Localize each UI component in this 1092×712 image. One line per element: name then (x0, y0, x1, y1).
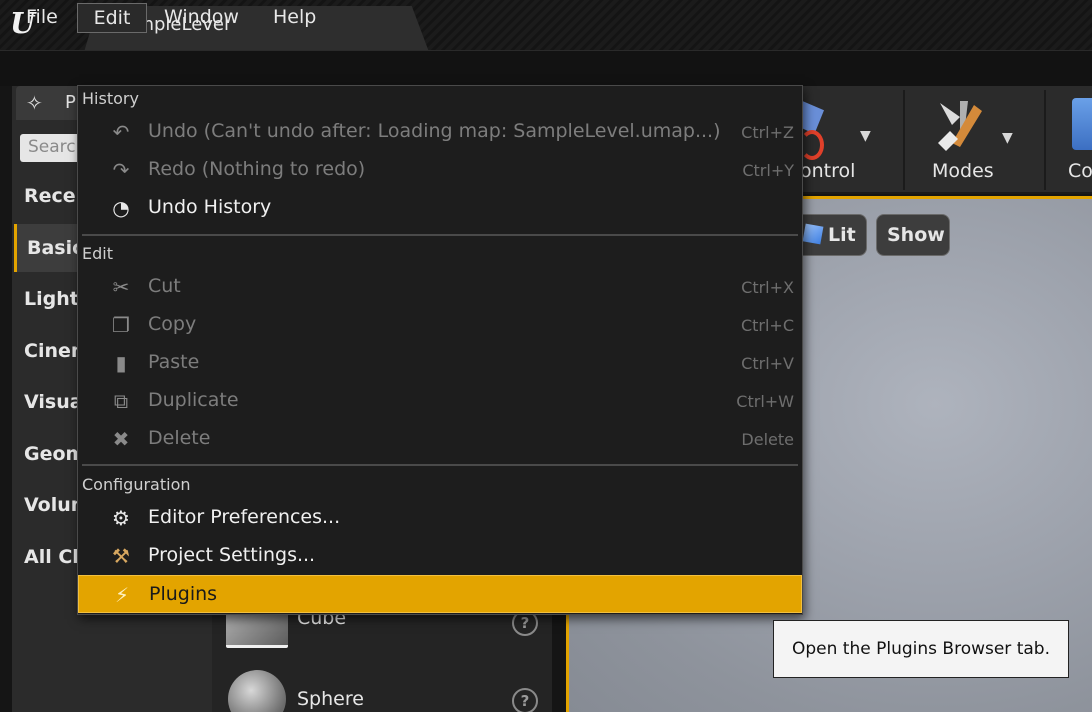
plugins-icon: ⚡ (114, 583, 130, 607)
menu-bar (0, 50, 1092, 86)
copy-icon: ❐ (112, 313, 130, 337)
chevron-down-icon[interactable]: ▼ (860, 128, 871, 144)
menu-item-copy[interactable]: ❐ Copy Ctrl+C (78, 306, 802, 344)
menu-item-label: Undo (Can't undo after: Loading map: Sam… (148, 120, 721, 142)
toolbar-content-label[interactable]: Co (1068, 160, 1092, 182)
menu-item-project-settings[interactable]: ⚒ Project Settings... (78, 537, 802, 575)
menu-item-shortcut: Ctrl+Z (741, 123, 794, 142)
project-settings-icon: ⚒ (112, 544, 130, 568)
menu-item-plugins[interactable]: ⚡ Plugins (78, 575, 802, 613)
menu-separator (82, 464, 798, 466)
menu-item-label: Project Settings... (148, 544, 316, 566)
menu-item-label: Editor Preferences... (148, 506, 341, 528)
menu-item-undo[interactable]: ↶ Undo (Can't undo after: Loading map: S… (78, 113, 802, 151)
undo-icon: ↶ (112, 120, 130, 144)
menu-item-cut[interactable]: ✂ Cut Ctrl+X (78, 268, 802, 306)
menu-item-label: Copy (148, 313, 197, 335)
menu-separator (82, 234, 798, 236)
lit-icon (802, 223, 824, 245)
menu-item-label: Paste (148, 351, 200, 373)
lit-label: Lit (828, 224, 856, 246)
menu-help[interactable]: Help (267, 3, 322, 33)
chevron-down-icon[interactable]: ▼ (1002, 130, 1013, 146)
place-actors-icon: ✧ (26, 91, 43, 115)
asset-sphere-label[interactable]: Sphere (297, 688, 364, 710)
section-header-configuration: Configuration (82, 475, 191, 494)
duplicate-icon: ⧉ (113, 389, 129, 413)
undo-history-icon: ◔ (112, 196, 130, 220)
menu-file[interactable]: File (20, 3, 64, 33)
section-header-edit: Edit (82, 244, 113, 263)
menu-item-label: Delete (148, 427, 211, 449)
scissors-icon: ✂ (112, 275, 130, 299)
menu-item-shortcut: Delete (741, 430, 794, 449)
menu-item-editor-preferences[interactable]: ⚙ Editor Preferences... (78, 499, 802, 537)
menu-item-delete[interactable]: ✖ Delete Delete (78, 420, 802, 458)
show-button[interactable]: Show (876, 214, 950, 256)
help-icon[interactable]: ? (512, 688, 538, 712)
menu-item-shortcut: Ctrl+V (741, 354, 794, 373)
toolbar-separator (1044, 90, 1046, 190)
modes-icon[interactable] (930, 95, 990, 155)
toolbar-separator (903, 90, 905, 190)
editor-preferences-icon: ⚙ (112, 506, 130, 530)
menu-item-label: Plugins (149, 583, 218, 605)
menu-edit[interactable]: Edit (77, 3, 147, 33)
menu-item-shortcut: Ctrl+Y (742, 161, 794, 180)
menu-item-label: Cut (148, 275, 181, 297)
menu-item-shortcut: Ctrl+W (736, 392, 794, 411)
content-icon[interactable] (1072, 98, 1092, 150)
menu-item-shortcut: Ctrl+C (740, 316, 794, 335)
delete-icon: ✖ (112, 427, 130, 451)
menu-item-undo-history[interactable]: ◔ Undo History (78, 189, 802, 227)
stop-icon (800, 130, 824, 160)
menu-item-label: Duplicate (148, 389, 239, 411)
section-header-history: History (82, 89, 139, 108)
plugins-tooltip: Open the Plugins Browser tab. (773, 620, 1069, 678)
menu-item-label: Undo History (148, 196, 272, 218)
menu-item-paste[interactable]: ▮ Paste Ctrl+V (78, 344, 802, 382)
redo-icon: ↷ (112, 158, 130, 182)
menu-item-label: Redo (Nothing to redo) (148, 158, 366, 180)
paste-icon: ▮ (115, 351, 127, 375)
menu-window[interactable]: Window (158, 3, 245, 33)
toolbar-control-label[interactable]: ontrol (800, 160, 855, 182)
toolbar-modes-label[interactable]: Modes (932, 160, 994, 182)
menu-item-redo[interactable]: ↷ Redo (Nothing to redo) Ctrl+Y (78, 151, 802, 189)
menu-item-shortcut: Ctrl+X (741, 278, 794, 297)
lit-view-mode-button[interactable]: Lit (800, 214, 867, 256)
menu-item-duplicate[interactable]: ⧉ Duplicate Ctrl+W (78, 382, 802, 420)
place-actors-tab-label: P (65, 92, 76, 113)
